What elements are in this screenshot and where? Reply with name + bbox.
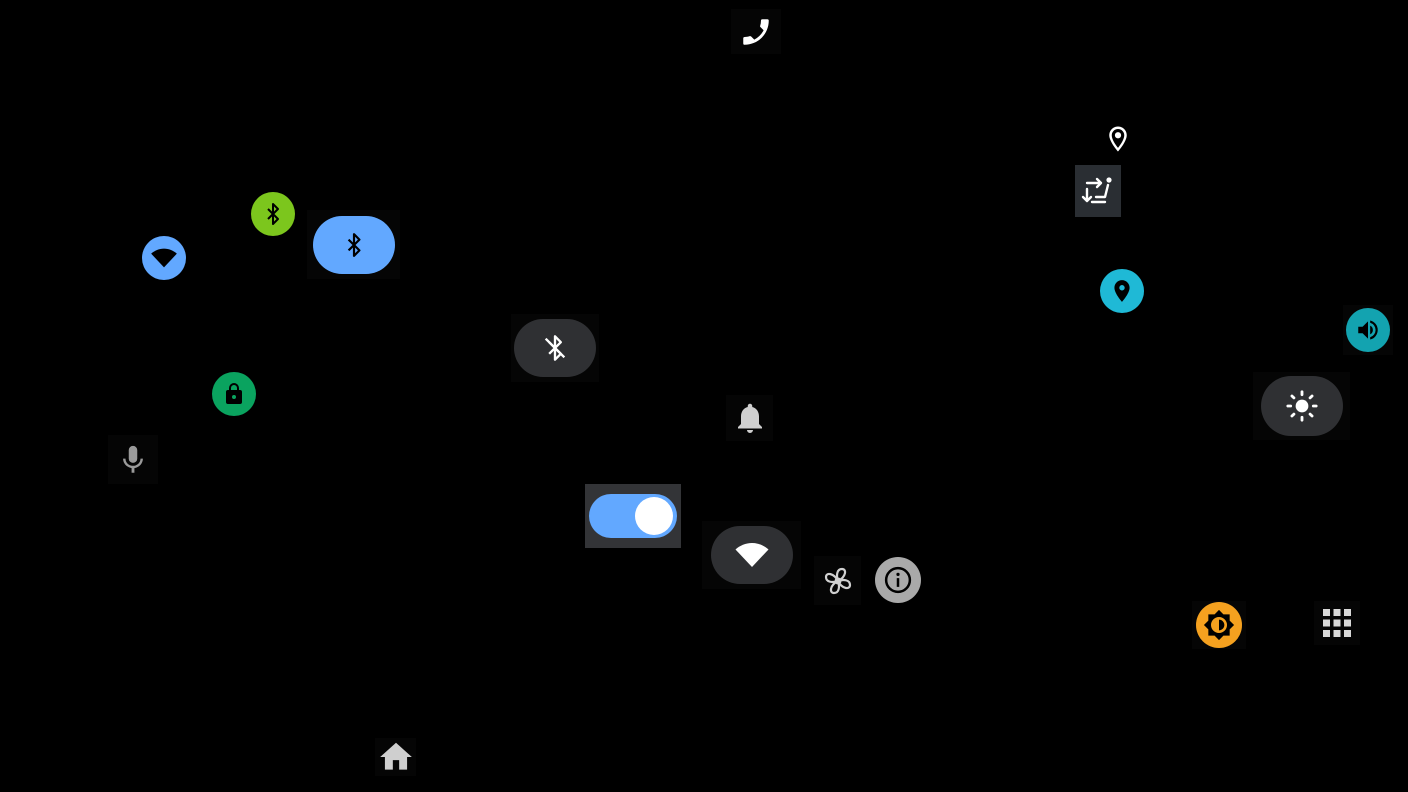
notifications-button[interactable] xyxy=(726,395,773,441)
wifi-icon xyxy=(735,543,768,567)
brightness-toggle[interactable] xyxy=(1253,372,1350,440)
wifi-button[interactable] xyxy=(140,235,188,281)
bluetooth-icon xyxy=(250,192,295,236)
location-pin-outline-icon xyxy=(1108,126,1127,152)
volume-button[interactable] xyxy=(1343,305,1393,355)
home-button[interactable] xyxy=(375,738,416,776)
fan-button[interactable] xyxy=(814,556,861,605)
bluetooth-icon xyxy=(347,232,360,257)
lock-button[interactable] xyxy=(210,370,258,417)
app-grid-button[interactable] xyxy=(1314,601,1360,645)
location-pin-icon xyxy=(1100,269,1144,313)
seat-adjust-button[interactable] xyxy=(1075,165,1121,217)
bluetooth-button[interactable] xyxy=(248,190,297,238)
fan-icon xyxy=(824,567,851,594)
bluetooth-toggle-on[interactable] xyxy=(307,210,400,279)
brightness-icon xyxy=(1285,390,1318,422)
wifi-icon xyxy=(142,236,186,280)
home-icon xyxy=(379,742,412,770)
seat-adjust-icon xyxy=(1081,177,1112,204)
microphone-button[interactable] xyxy=(108,435,158,484)
location-button[interactable] xyxy=(1100,120,1135,158)
auto-brightness-icon xyxy=(1196,602,1242,648)
switch-track xyxy=(589,494,677,538)
location-toggle[interactable] xyxy=(1099,268,1145,314)
bluetooth-disabled-toggle[interactable] xyxy=(511,314,599,382)
toggle-switch[interactable] xyxy=(585,484,681,548)
lock-icon xyxy=(212,371,256,416)
switch-knob xyxy=(635,497,673,535)
phone-icon xyxy=(743,18,769,45)
app-grid-icon xyxy=(1323,609,1351,637)
auto-brightness-button[interactable] xyxy=(1192,601,1246,649)
phone-button[interactable] xyxy=(731,9,781,54)
notification-bell-icon xyxy=(737,403,762,433)
wifi-toggle[interactable] xyxy=(702,521,801,589)
info-button[interactable] xyxy=(874,556,922,604)
bluetooth-disabled-icon xyxy=(544,335,566,361)
info-icon xyxy=(875,557,921,603)
microphone-icon xyxy=(123,445,143,473)
volume-icon xyxy=(1346,308,1390,352)
